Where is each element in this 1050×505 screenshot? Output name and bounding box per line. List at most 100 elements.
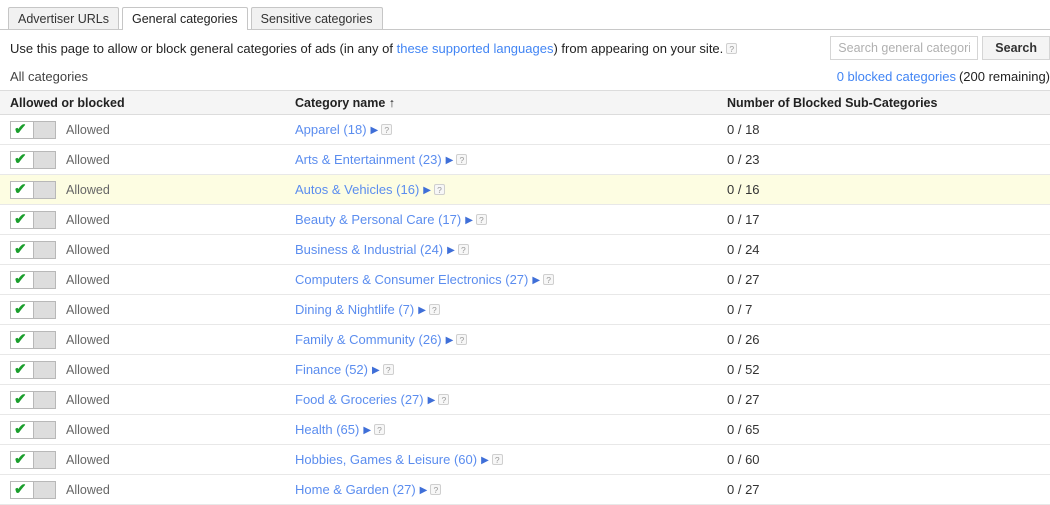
category-help-icon[interactable]: ? [456,154,468,165]
category-help-icon[interactable]: ? [382,364,394,375]
category-help-icon[interactable]: ? [543,274,555,285]
toolbar-strip: Use this page to allow or block general … [0,30,1050,68]
category-link[interactable]: Hobbies, Games & Leisure (60) [295,452,477,467]
supported-languages-link[interactable]: these supported languages [397,41,554,56]
search-input[interactable] [830,36,979,60]
category-help-icon[interactable]: ? [428,304,440,315]
checkmark-icon: ✔ [14,150,27,168]
table-row: ✔ Allowed Dining & Nightlife (7) ▶? 0 / 7 [0,294,1050,325]
tab-general-categories-label: General categories [132,12,238,26]
allow-block-toggle[interactable]: ✔ [10,330,56,349]
category-link[interactable]: Apparel (18) [295,122,367,137]
category-link[interactable]: Beauty & Personal Care (17) [295,212,461,227]
blocked-summary: 0 blocked categories (200 remaining) [837,69,1050,84]
category-help-icon[interactable]: ? [434,184,445,195]
description-help-icon[interactable]: ? [726,43,738,54]
expand-caret-icon[interactable]: ▶ [420,485,428,496]
category-help-icon[interactable]: ? [430,484,442,495]
category-link[interactable]: Autos & Vehicles (16) [295,182,419,197]
category-link[interactable]: Business & Industrial (24) [295,242,443,257]
category-link[interactable]: Food & Groceries (27) [295,392,424,407]
category-help-icon[interactable]: ? [457,244,469,255]
expand-caret-icon[interactable]: ▶ [363,425,371,436]
expand-caret-icon[interactable]: ▶ [465,215,473,226]
expand-caret-icon[interactable]: ▶ [372,365,380,376]
allow-block-toggle[interactable]: ✔ [10,180,56,199]
table-row: ✔ Allowed Apparel (18) ▶? 0 / 18 [0,114,1050,145]
allow-block-toggle[interactable]: ✔ [10,240,56,259]
search-button[interactable]: Search [982,36,1050,60]
column-header-allowed-or-blocked[interactable]: Allowed or blocked [0,90,290,115]
allow-block-toggle[interactable]: ✔ [10,150,56,169]
expand-caret-icon[interactable]: ▶ [446,155,454,166]
cell-category-name: Finance (52) ▶? [290,354,720,385]
category-help-icon[interactable]: ? [374,424,386,435]
toggle-knob[interactable] [33,151,55,168]
column-header-category-name[interactable]: Category name ↑ [290,90,720,115]
allow-state-label: Allowed [66,452,110,467]
toggle-knob[interactable] [33,481,55,498]
cell-blocked-subcategories: 0 / 27 [720,384,1050,415]
expand-caret-icon[interactable]: ▶ [481,455,489,466]
allow-block-toggle[interactable]: ✔ [10,300,56,319]
toggle-knob[interactable] [33,241,55,258]
checkmark-icon: ✔ [14,420,27,438]
toggle-knob[interactable] [33,301,55,318]
toggle-knob[interactable] [33,421,55,438]
allow-state-label: Allowed [66,392,110,407]
category-help-icon[interactable]: ? [475,214,487,225]
cell-blocked-subcategories: 0 / 27 [720,264,1050,295]
category-link[interactable]: Dining & Nightlife (7) [295,302,414,317]
toggle-knob[interactable] [33,391,55,408]
allow-block-toggle[interactable]: ✔ [10,270,56,289]
toggle-knob[interactable] [33,451,55,468]
allow-state-label: Allowed [66,212,110,227]
category-link[interactable]: Home & Garden (27) [295,482,416,497]
allow-state-label: Allowed [66,332,110,347]
description-text-after: ) from appearing on your site. [553,41,724,56]
tab-sensitive-categories-label: Sensitive categories [260,12,373,26]
category-link[interactable]: Health (65) [295,422,359,437]
allow-block-toggle[interactable]: ✔ [10,480,56,499]
checkmark-icon: ✔ [14,450,27,468]
toggle-knob[interactable] [33,361,55,378]
category-link[interactable]: Computers & Consumer Electronics (27) [295,272,528,287]
allow-block-toggle[interactable]: ✔ [10,210,56,229]
expand-caret-icon[interactable]: ▶ [447,245,455,256]
tab-general-categories[interactable]: General categories [122,7,248,30]
allow-block-toggle[interactable]: ✔ [10,120,56,139]
expand-caret-icon[interactable]: ▶ [428,395,436,406]
category-help-icon[interactable]: ? [438,394,450,405]
expand-caret-icon[interactable]: ▶ [423,185,431,196]
toggle-knob[interactable] [33,181,55,198]
toggle-knob[interactable] [33,211,55,228]
expand-caret-icon[interactable]: ▶ [371,125,379,136]
expand-caret-icon[interactable]: ▶ [418,305,426,316]
tab-advertiser-urls[interactable]: Advertiser URLs [8,7,119,29]
allow-block-toggle[interactable]: ✔ [10,390,56,409]
checkmark-icon: ✔ [14,120,27,138]
tab-sensitive-categories[interactable]: Sensitive categories [250,7,383,29]
cell-category-name: Autos & Vehicles (16) ▶? [290,174,720,205]
category-help-icon[interactable]: ? [381,124,393,135]
toggle-knob[interactable] [33,271,55,288]
category-link[interactable]: Arts & Entertainment (23) [295,152,442,167]
category-link[interactable]: Family & Community (26) [295,332,442,347]
allow-block-toggle[interactable]: ✔ [10,360,56,379]
allow-state-label: Allowed [66,152,110,167]
category-link[interactable]: Finance (52) [295,362,368,377]
cell-blocked-subcategories: 0 / 52 [720,354,1050,385]
allow-block-toggle[interactable]: ✔ [10,450,56,469]
category-help-icon[interactable]: ? [456,334,468,345]
allow-block-toggle[interactable]: ✔ [10,420,56,439]
expand-caret-icon[interactable]: ▶ [446,335,454,346]
toggle-knob[interactable] [33,331,55,348]
cell-allowed-or-blocked: ✔ Allowed [0,144,290,175]
toggle-knob[interactable] [33,121,55,138]
blocked-categories-link[interactable]: 0 blocked categories [837,69,956,84]
expand-caret-icon[interactable]: ▶ [532,275,540,286]
column-header-blocked-subcategories[interactable]: Number of Blocked Sub-Categories [720,90,1050,115]
category-help-icon[interactable]: ? [491,454,503,465]
cell-allowed-or-blocked: ✔ Allowed [0,204,290,235]
cell-allowed-or-blocked: ✔ Allowed [0,444,290,475]
